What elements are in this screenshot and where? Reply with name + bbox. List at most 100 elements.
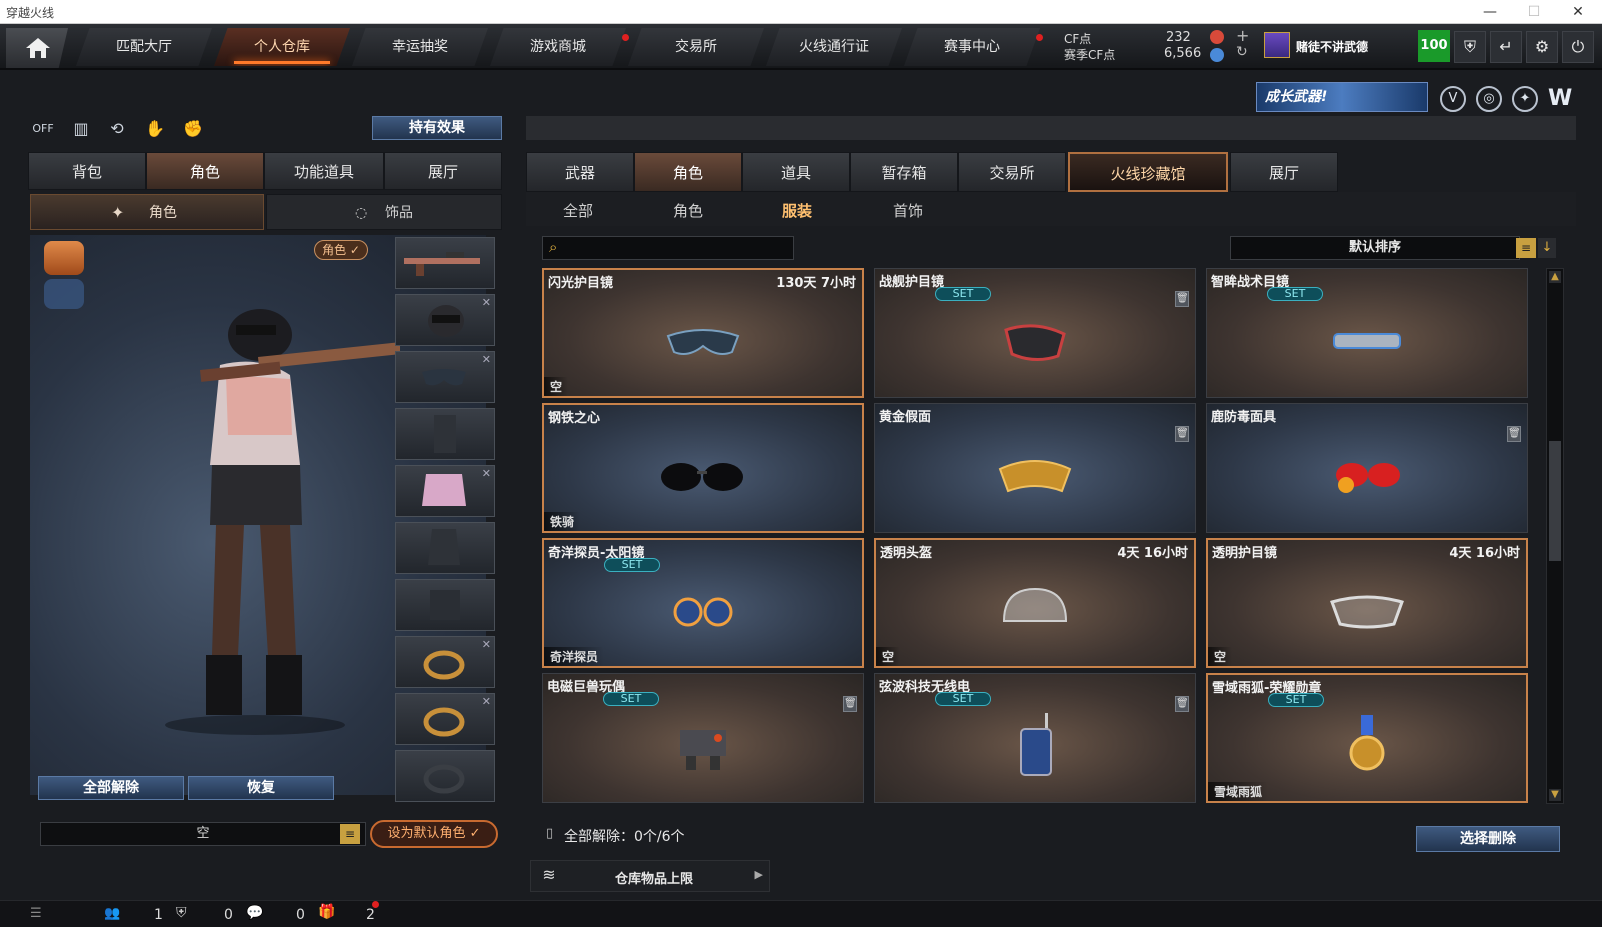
tab-functional-items[interactable]: 功能道具 [264,152,384,190]
trash-icon[interactable]: 🗑 [1175,696,1189,712]
rsub-jewelry[interactable]: 首饰 [893,200,923,221]
item-card[interactable]: 雪域雨狐-荣耀勋章 SET 雪域雨狐 [1206,673,1528,803]
nav-tab-event-center[interactable]: 赛事中心 [904,28,1040,66]
toggle-off-icon[interactable]: OFF [30,116,56,142]
character-badge[interactable]: 角色 ✓ [314,240,368,260]
team-badge-icon[interactable] [44,279,84,309]
emblem-icon[interactable]: ✦ [1512,86,1538,112]
remove-icon[interactable]: ✕ [482,638,491,651]
item-card[interactable]: 透明护目镜 4天 16小时 空 [1206,538,1528,668]
item-card[interactable]: 黄金假面 🗑 [874,403,1196,533]
list-icon[interactable]: ≡ [340,824,360,844]
remove-icon[interactable]: ✕ [482,695,491,708]
power-icon[interactable]: ⏻ [1562,31,1594,63]
item-card[interactable]: 闪光护目镜 130天 7小时 空 [542,268,864,398]
return-icon[interactable]: ↵ [1490,31,1522,63]
badge-icon[interactable]: V [1440,86,1466,112]
equip-slot-pants[interactable] [395,579,495,631]
trash-icon[interactable]: 🗑 [1175,426,1189,442]
player-name[interactable]: 赌徒不讲武德 [1296,38,1368,55]
nav-tab-battle-pass[interactable]: 火线通行证 [766,28,902,66]
item-grid-scrollbar[interactable]: ▲ ▼ [1546,268,1564,804]
bookmark-icon[interactable]: ▯ [546,826,553,841]
item-card[interactable]: 战舰护目镜 SET 🗑 [874,268,1196,398]
tab-character[interactable]: 角色 [146,152,264,190]
equip-slot-weapon[interactable] [395,237,495,289]
stats-icon[interactable]: ▥ [68,116,94,142]
select-delete-button[interactable]: 选择删除 [1416,826,1560,852]
sort-order-icon[interactable]: ↓ [1538,238,1556,258]
remove-icon[interactable]: ✕ [482,296,491,309]
item-card[interactable]: 奇洋探员-太阳镜 SET 奇洋探员 [542,538,864,668]
rtab-exchange[interactable]: 交易所 [958,152,1066,192]
equip-slot-spray[interactable]: ✕ [395,465,495,517]
chat-icon[interactable]: 💬 [246,905,263,921]
nav-tab-exchange[interactable]: 交易所 [628,28,764,66]
list-icon[interactable]: ≡ [1516,238,1536,258]
storage-limit-bar[interactable]: ≋ 仓库物品上限 ▶ [530,860,770,892]
rtab-items[interactable]: 道具 [742,152,850,192]
nav-tab-personal-storage[interactable]: 个人仓库 [214,28,350,66]
scroll-up-icon[interactable]: ▲ [1549,271,1561,283]
gesture-icon[interactable]: ✊ [180,116,206,142]
rtab-weapons[interactable]: 武器 [526,152,634,192]
trash-icon[interactable]: 🗑 [843,696,857,712]
equip-slot-goggles[interactable]: ✕ [395,351,495,403]
tab-showroom[interactable]: 展厅 [384,152,502,190]
hold-effect-button[interactable]: 持有效果 [372,116,502,140]
wolf-badge-icon[interactable] [44,241,84,275]
preset-select[interactable]: 空 [40,822,366,846]
refresh-icon[interactable]: ↻ [1236,44,1248,60]
add-cf-icon[interactable]: + [1236,26,1249,45]
rsub-all[interactable]: 全部 [563,200,593,221]
close-icon[interactable]: ✕ [1556,0,1600,24]
restore-button[interactable]: 恢复 [188,776,334,800]
set-default-character-button[interactable]: 设为默认角色 ✓ [370,820,498,848]
item-card[interactable]: 鹿防毒面具 🗑 [1206,403,1528,533]
gear-icon[interactable]: ⚙ [1526,31,1558,63]
trash-icon[interactable]: 🗑 [1175,291,1189,307]
globe-icon[interactable]: ◎ [1476,86,1502,112]
remove-icon[interactable]: ✕ [482,353,491,366]
item-card[interactable]: 弦波科技无线电 SET 🗑 [874,673,1196,803]
equip-slot-helmet[interactable]: ✕ [395,294,495,346]
item-card[interactable]: 钢铁之心 铁骑 [542,403,864,533]
rsub-clothing[interactable]: 服装 [782,200,812,221]
subtab-accessories[interactable]: ◌ 饰品 [266,194,502,230]
nav-tab-lucky-draw[interactable]: 幸运抽奖 [352,28,488,66]
shield-status-icon[interactable]: ⛨ [176,905,187,921]
sort-select[interactable]: 默认排序 [1230,236,1520,260]
search-box[interactable]: ⌕ [542,236,794,260]
tab-backpack[interactable]: 背包 [28,152,146,190]
nav-tab-match-hall[interactable]: 匹配大厅 [76,28,212,66]
scroll-down-icon[interactable]: ▼ [1549,789,1561,801]
gift-icon[interactable]: 🎁 [318,904,335,920]
equip-slot-vest[interactable] [395,408,495,460]
pose-icon[interactable]: ✋ [142,116,168,142]
item-card[interactable]: 智眸战术目镜 SET [1206,268,1528,398]
trash-icon[interactable]: 🗑 [1507,426,1521,442]
rotate-icon[interactable]: ⟲ [104,116,130,142]
menu-list-icon[interactable]: ☰ [30,906,42,921]
rtab-character[interactable]: 角色 [634,152,742,192]
growth-weapon-banner[interactable]: 成长武器! [1256,82,1428,112]
minimize-icon[interactable]: — [1468,0,1512,24]
equip-slot-body[interactable] [395,522,495,574]
maximize-icon[interactable]: ☐ [1512,0,1556,24]
remove-icon[interactable]: ✕ [482,467,491,480]
home-button[interactable] [6,28,68,68]
equip-slot-ring-3[interactable] [395,750,495,802]
rsub-character[interactable]: 角色 [673,200,703,221]
item-card[interactable]: 电磁巨兽玩偶 SET 🗑 [542,673,864,803]
friends-icon[interactable]: 👥 [104,906,120,921]
item-card[interactable]: 透明头盔 4天 16小时 空 [874,538,1196,668]
search-input[interactable] [569,239,789,257]
subtab-character[interactable]: ✦ 角色 [30,194,264,230]
equip-slot-ring-1[interactable]: ✕ [395,636,495,688]
rtab-showroom[interactable]: 展厅 [1230,152,1338,192]
rtab-temp-storage[interactable]: 暂存箱 [850,152,958,192]
unequip-all-button[interactable]: 全部解除 [38,776,184,800]
scroll-thumb[interactable] [1549,441,1561,561]
nav-tab-game-mall[interactable]: 游戏商城 [490,28,626,66]
equip-slot-ring-2[interactable]: ✕ [395,693,495,745]
